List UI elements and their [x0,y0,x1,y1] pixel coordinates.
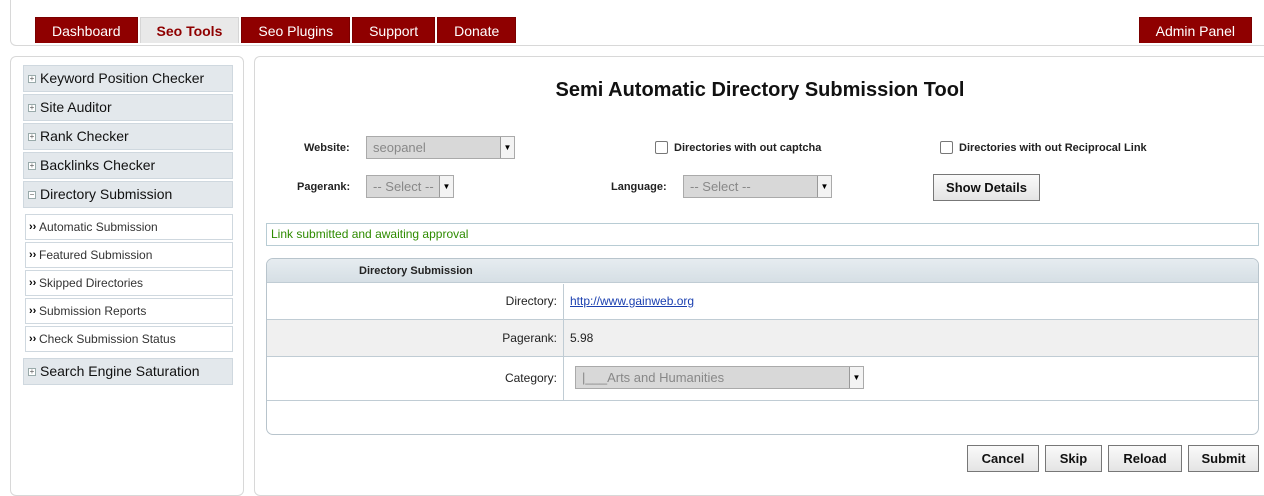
submit-button[interactable]: Submit [1188,445,1259,472]
main-content: Semi Automatic Directory Submission Tool… [254,56,1264,496]
expand-icon: + [28,103,36,112]
menu-backlinks-checker[interactable]: + Backlinks Checker [23,152,233,179]
directory-link[interactable]: http://www.gainweb.org [570,294,694,308]
submenu-automatic-submission[interactable]: ›› Automatic Submission [25,214,233,240]
double-chevron-icon: ›› [29,333,37,345]
tab-support[interactable]: Support [352,17,436,43]
top-navigation-bar: Dashboard Seo Tools Seo Plugins Support … [10,0,1264,46]
expand-icon: + [28,367,36,376]
skip-button[interactable]: Skip [1045,445,1102,472]
website-label: Website: [304,142,350,154]
submenu-label: Check Submission Status [39,332,176,346]
expand-icon: + [28,74,36,83]
captcha-option[interactable]: Directories with out captcha [655,141,821,154]
menu-label: Rank Checker [40,128,129,144]
double-chevron-icon: ›› [29,249,37,261]
website-select[interactable]: seopanel ▼ [366,136,515,159]
menu-rank-checker[interactable]: + Rank Checker [23,123,233,150]
expand-icon: + [28,161,36,170]
directory-value-wrap: http://www.gainweb.org [570,284,694,319]
cancel-button[interactable]: Cancel [967,445,1039,472]
captcha-label: Directories with out captcha [674,141,822,154]
page-title: Semi Automatic Directory Submission Tool [555,79,965,101]
chevron-down-icon: ▼ [849,367,863,388]
sidebar: + Keyword Position Checker + Site Audito… [10,56,244,496]
double-chevron-icon: ›› [29,221,37,233]
menu-label: Directory Submission [40,186,173,202]
menu-label: Search Engine Saturation [40,363,200,379]
chevron-down-icon: ▼ [500,137,514,158]
submenu-label: Automatic Submission [39,220,158,234]
reciprocal-option[interactable]: Directories with out Reciprocal Link [940,141,1147,154]
double-chevron-icon: ›› [29,277,37,289]
pagerank-row-value: 5.98 [570,331,594,345]
main-nav: Dashboard Seo Tools Seo Plugins Support … [35,17,518,43]
tab-seo-plugins[interactable]: Seo Plugins [241,17,351,43]
panel-title: Directory Submission [267,259,1258,283]
category-row: Category: |___Arts and Humanities ▼ [267,357,1258,401]
tab-dashboard[interactable]: Dashboard [35,17,138,43]
directory-submission-panel: Directory Submission Directory: http://w… [266,258,1259,435]
menu-keyword-position-checker[interactable]: + Keyword Position Checker [23,65,233,92]
pagerank-select[interactable]: -- Select -- ▼ [366,175,454,198]
reload-button[interactable]: Reload [1108,445,1182,472]
menu-label: Site Auditor [40,99,112,115]
pagerank-row-label: Pagerank: [267,320,564,356]
tab-seo-tools[interactable]: Seo Tools [139,17,240,43]
category-select-value: |___Arts and Humanities [582,370,725,385]
language-select-value: -- Select -- [690,179,751,194]
show-details-button[interactable]: Show Details [933,174,1040,201]
menu-search-engine-saturation[interactable]: + Search Engine Saturation [23,358,233,385]
submenu-skipped-directories[interactable]: ›› Skipped Directories [25,270,233,296]
submenu-label: Featured Submission [39,248,153,262]
menu-label: Keyword Position Checker [40,70,205,86]
tab-admin-panel[interactable]: Admin Panel [1138,17,1252,43]
collapse-icon: − [28,190,36,199]
double-chevron-icon: ›› [29,305,37,317]
chevron-down-icon: ▼ [439,176,453,197]
menu-label: Backlinks Checker [40,157,156,173]
submenu-featured-submission[interactable]: ›› Featured Submission [25,242,233,268]
pagerank-select-value: -- Select -- [373,179,434,194]
chevron-down-icon: ▼ [817,176,831,197]
status-message: Link submitted and awaiting approval [266,223,1259,246]
directory-row: Directory: http://www.gainweb.org [267,284,1258,320]
captcha-checkbox[interactable] [655,141,668,154]
submenu-label: Submission Reports [39,304,147,318]
category-label: Category: [267,357,564,400]
submenu-submission-reports[interactable]: ›› Submission Reports [25,298,233,324]
pagerank-label: Pagerank: [297,181,351,193]
submenu-check-submission-status[interactable]: ›› Check Submission Status [25,326,233,352]
submenu-label: Skipped Directories [39,276,144,290]
expand-icon: + [28,132,36,141]
directory-label: Directory: [267,284,564,319]
reciprocal-label: Directories with out Reciprocal Link [959,141,1147,154]
website-select-value: seopanel [373,140,426,155]
pagerank-row: Pagerank: 5.98 [267,320,1258,357]
menu-directory-submission[interactable]: − Directory Submission [23,181,233,208]
category-select[interactable]: |___Arts and Humanities ▼ [575,366,864,389]
language-select[interactable]: -- Select -- ▼ [683,175,832,198]
menu-site-auditor[interactable]: + Site Auditor [23,94,233,121]
reciprocal-checkbox[interactable] [940,141,953,154]
tab-donate[interactable]: Donate [437,17,517,43]
language-label: Language: [611,181,667,193]
